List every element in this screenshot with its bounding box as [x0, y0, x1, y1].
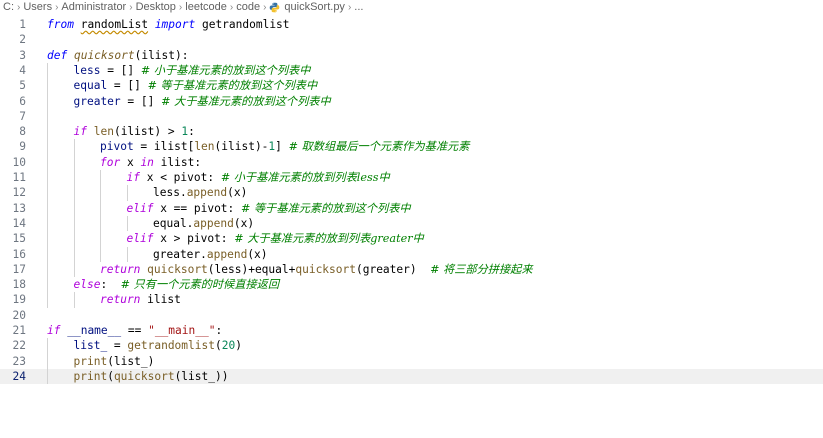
code-text: elif x > pivot: # 大于基准元素的放到列表greater中	[126, 232, 424, 246]
line-number: 5	[19, 79, 26, 93]
line-number: 18	[12, 278, 26, 292]
line-number: 10	[12, 155, 26, 169]
line-number: 7	[19, 109, 26, 123]
line-number: 2	[19, 33, 26, 47]
chevron-right-icon: ›	[129, 2, 133, 13]
code-line[interactable]: 22 list_ = getrandomlist(20)	[0, 338, 823, 353]
code-text: for x in ilist:	[100, 155, 202, 169]
code-text: from randomList import getrandomlist	[47, 18, 290, 31]
line-number: 22	[12, 339, 26, 353]
breadcrumb-item[interactable]: Desktop	[136, 1, 176, 13]
line-number: 4	[19, 63, 26, 77]
code-text: if __name__ == "__main__":	[47, 324, 223, 337]
line-number: 1	[19, 18, 26, 31]
code-text: less.append(x)	[153, 186, 248, 200]
code-text: pivot = ilist[len(ilist)-1] # 取数组最后一个元素作…	[100, 140, 470, 154]
code-text: return ilist	[100, 293, 181, 307]
chevron-right-icon: ›	[55, 2, 59, 13]
line-number: 11	[12, 171, 26, 184]
code-line[interactable]: 12 less.append(x)	[0, 185, 823, 200]
breadcrumb-path: C: › Users › Administrator › Desktop › leetcode ›…	[3, 0, 269, 15]
line-number: 21	[12, 324, 26, 337]
code-text: equal.append(x)	[153, 216, 255, 230]
code-line[interactable]: 8 if len(ilist) > 1:	[0, 124, 823, 139]
code-line[interactable]: 3 def quicksort(ilist):	[0, 48, 823, 63]
indent-guide	[73, 139, 75, 278]
code-text: greater.append(x)	[153, 247, 268, 261]
breadcrumb-item[interactable]: leetcode	[185, 1, 227, 13]
line-number: 13	[12, 201, 26, 215]
line-number: 3	[19, 48, 26, 62]
breadcrumb-file[interactable]: quickSort.py	[284, 0, 345, 15]
breadcrumb-item[interactable]: code	[236, 1, 260, 13]
chevron-right-icon: ›	[263, 2, 267, 13]
code-text: equal = [] # 等于基准元素的放到这个列表中	[73, 79, 318, 93]
code-line[interactable]: 6 greater = [] # 大于基准元素的放到这个列表中	[0, 94, 823, 109]
line-number: 6	[19, 94, 26, 108]
code-line[interactable]: 23 print(list_)	[0, 354, 823, 369]
chevron-right-icon: ›	[17, 2, 21, 13]
breadcrumb-symbols[interactable]: ...	[354, 0, 363, 15]
code-text: elif x == pivot: # 等于基准元素的放到这个列表中	[126, 201, 411, 215]
code-line[interactable]: 20	[0, 308, 823, 323]
code-text: if x < pivot: # 小于基准元素的放到列表less中	[126, 171, 390, 184]
breadcrumb-item[interactable]: Users	[23, 1, 52, 13]
code-line[interactable]: 7	[0, 109, 823, 124]
breadcrumb-item[interactable]: Administrator	[61, 1, 126, 13]
line-number: 8	[19, 125, 26, 139]
code-line[interactable]: 4 less = [] # 小于基准元素的放到这个列表中	[0, 63, 823, 78]
code-text: else: # 只有一个元素的时候直接返回	[73, 278, 280, 292]
line-number: 12	[12, 186, 26, 200]
line-number: 17	[12, 262, 26, 276]
code-line[interactable]: 1 from randomList import getrandomlist	[0, 17, 823, 32]
line-number: 15	[12, 232, 26, 246]
line-number: 20	[12, 308, 26, 322]
code-line[interactable]: 11 if x < pivot: # 小于基准元素的放到列表less中	[0, 170, 823, 185]
code-text: greater = [] # 大于基准元素的放到这个列表中	[73, 94, 331, 108]
code-editor[interactable]: 1 from randomList import getrandomlist 2 3 d…	[0, 15, 823, 438]
breadcrumb: C: › Users › Administrator › Desktop › leetcode ›…	[0, 0, 823, 15]
code-line[interactable]: 24 print(quicksort(list_))	[0, 368, 823, 385]
code-line[interactable]: 2	[0, 32, 823, 47]
line-number: 14	[12, 216, 26, 230]
code-text: def quicksort(ilist):	[47, 48, 189, 62]
code-line[interactable]: 10 for x in ilist:	[0, 155, 823, 170]
chevron-right-icon: ›	[347, 2, 352, 13]
code-line[interactable]: 9 pivot = ilist[len(ilist)-1] # 取数组最后一个元素…	[0, 139, 823, 154]
indent-guide	[73, 292, 75, 308]
indent-guide	[126, 246, 128, 262]
code-line[interactable]: 18 else: # 只有一个元素的时候直接返回	[0, 277, 823, 292]
code-line[interactable]: 14 equal.append(x)	[0, 216, 823, 231]
code-line[interactable]: 16 greater.append(x)	[0, 247, 823, 262]
code-line[interactable]: 19 return ilist	[0, 292, 823, 307]
breadcrumb-item[interactable]: C:	[3, 1, 14, 13]
chevron-right-icon: ›	[178, 2, 183, 13]
indent-guide	[47, 62, 48, 308]
code-text: list_ = getrandomlist(20)	[73, 339, 242, 353]
indent-guide	[126, 185, 128, 201]
code-text: return quicksort(less)+equal+quicksort(g…	[100, 262, 533, 276]
python-file-icon	[270, 2, 280, 13]
code-line[interactable]: 13 elif x == pivot: # 等于基准元素的放到这个列表中	[0, 201, 823, 216]
code-line[interactable]: 15 elif x > pivot: # 大于基准元素的放到列表greater中	[0, 231, 823, 246]
line-number: 24	[12, 369, 26, 383]
code-line[interactable]: 5 equal = [] # 等于基准元素的放到这个列表中	[0, 78, 823, 93]
code-text: if len(ilist) > 1:	[73, 125, 195, 139]
line-number: 16	[12, 247, 26, 261]
line-number: 19	[12, 293, 26, 307]
code-line[interactable]: 21 if __name__ == "__main__":	[0, 323, 823, 338]
code-text: print(quicksort(list_))	[73, 369, 229, 383]
chevron-right-icon: ›	[229, 2, 234, 13]
indent-guide	[100, 170, 101, 262]
line-number: 9	[19, 140, 26, 154]
indent-guide	[126, 215, 128, 232]
code-line[interactable]: 17 return quicksort(less)+equal+quicksort…	[0, 262, 823, 277]
line-number: 23	[12, 354, 26, 368]
code-text: print(list_)	[73, 354, 155, 368]
code-text: less = [] # 小于基准元素的放到这个列表中	[73, 63, 311, 77]
indent-guide	[47, 338, 48, 385]
